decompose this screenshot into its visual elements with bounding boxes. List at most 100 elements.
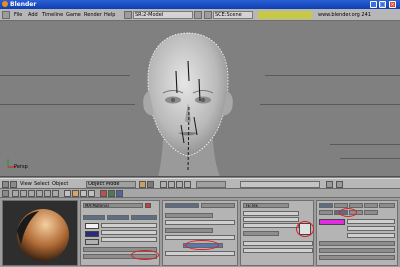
slider-nor[interactable] xyxy=(319,248,395,253)
3d-viewport[interactable]: Persp xyxy=(0,21,400,177)
pivot-icon[interactable] xyxy=(147,181,154,188)
screen-field[interactable]: SR:2-Model xyxy=(133,11,193,19)
slider-ofs[interactable] xyxy=(243,241,313,246)
texture-panel: TE:Tex xyxy=(240,200,314,266)
slider-var[interactable] xyxy=(319,255,395,260)
rotate-icon[interactable] xyxy=(176,181,183,188)
collapse-menu-icon[interactable] xyxy=(10,181,17,188)
material-panel: MA:Material xyxy=(80,200,160,266)
layer-buttons[interactable] xyxy=(240,181,320,188)
highlight-circle xyxy=(296,221,314,237)
texture-slot-1[interactable] xyxy=(243,211,299,216)
color-swatch-blue[interactable] xyxy=(85,231,99,237)
world-tab-icon[interactable] xyxy=(88,190,95,197)
panel-object-icon[interactable] xyxy=(36,190,43,197)
menu-file[interactable]: File xyxy=(14,12,22,18)
mirror-tab[interactable] xyxy=(201,203,235,208)
map-to-panel xyxy=(316,200,398,266)
frame-icon[interactable] xyxy=(116,190,123,197)
render-preview-icon[interactable] xyxy=(336,181,343,188)
window-title: Blender xyxy=(10,1,37,8)
editor-type-icon[interactable] xyxy=(2,181,9,188)
menu-game[interactable]: Game xyxy=(66,12,81,18)
panel-logic-icon[interactable] xyxy=(12,190,19,197)
close-button[interactable]: × xyxy=(389,1,396,8)
minimize-button[interactable]: _ xyxy=(370,1,377,8)
material-name-field[interactable]: MA:Material xyxy=(83,203,143,208)
menu-timeline[interactable]: Timeline xyxy=(42,12,63,18)
slider-size[interactable] xyxy=(243,248,313,253)
highlight-circle xyxy=(185,240,219,250)
panel-scene-icon[interactable] xyxy=(52,190,59,197)
lock-icon[interactable] xyxy=(326,181,333,188)
record-icon[interactable] xyxy=(100,190,107,197)
title-bar: Blender _ □ × xyxy=(0,0,400,9)
version-text: www.blender.org 241 xyxy=(318,12,371,18)
diffuse-shader-select[interactable] xyxy=(165,213,213,218)
head-model[interactable] xyxy=(0,21,400,177)
slider-g[interactable] xyxy=(101,230,157,235)
color-swatch-white[interactable] xyxy=(85,223,99,229)
translate-icon[interactable] xyxy=(168,181,175,188)
slider-map-g[interactable] xyxy=(347,226,395,231)
texture-slot-2[interactable] xyxy=(243,217,299,222)
map-csp-tab[interactable] xyxy=(349,203,363,208)
scale-icon[interactable] xyxy=(184,181,191,188)
map-input-select[interactable] xyxy=(243,231,279,236)
slider-col[interactable] xyxy=(319,241,395,246)
slider-translucency[interactable] xyxy=(165,251,235,256)
lamp-tab-icon[interactable] xyxy=(64,190,71,197)
panel-script-icon[interactable] xyxy=(20,190,27,197)
texture-slot-3[interactable] xyxy=(243,223,299,228)
highlight-circle xyxy=(339,208,357,217)
map-emit-tab[interactable] xyxy=(364,210,378,215)
remove-material-icon[interactable] xyxy=(145,203,151,208)
3d-view-header: View Select Object Object Mode xyxy=(0,178,400,189)
panel-shading-icon[interactable] xyxy=(28,190,35,197)
scene-browse-icon[interactable] xyxy=(204,11,212,19)
mode-select[interactable]: Object Mode xyxy=(86,181,136,188)
slider-ref-diffuse[interactable] xyxy=(165,220,235,225)
slider-r[interactable] xyxy=(101,223,157,228)
highlight-circle xyxy=(131,250,159,260)
map-cmir-tab[interactable] xyxy=(364,203,378,208)
menu-add[interactable]: Add xyxy=(28,12,38,18)
menu-select[interactable]: Select xyxy=(34,181,49,187)
menu-help[interactable]: Help xyxy=(104,12,115,18)
window-type-icon[interactable] xyxy=(2,11,10,19)
menu-object[interactable]: Object xyxy=(52,181,68,187)
map-col-tab[interactable] xyxy=(319,203,333,208)
map-ref-tab[interactable] xyxy=(379,203,395,208)
screen-delete-icon[interactable] xyxy=(194,11,202,19)
transform-orientation-select[interactable] xyxy=(196,181,226,188)
texture-name-field[interactable]: TE:Tex xyxy=(243,203,289,208)
buttons-editor-icon[interactable] xyxy=(2,190,9,197)
screen-browse-icon[interactable] xyxy=(124,11,132,19)
texture-tab-icon[interactable] xyxy=(80,190,87,197)
shaders-panel xyxy=(162,200,238,266)
menu-view[interactable]: View xyxy=(20,181,32,187)
map-spec-tab[interactable] xyxy=(319,210,333,215)
play-icon[interactable] xyxy=(108,190,115,197)
material-tab-icon[interactable] xyxy=(72,190,79,197)
slider-b[interactable] xyxy=(101,237,157,242)
manipulator-icon[interactable] xyxy=(160,181,167,188)
maximize-button[interactable]: □ xyxy=(379,1,386,8)
panel-editing-icon[interactable] xyxy=(44,190,51,197)
shader-tab[interactable] xyxy=(165,203,199,208)
blend-color-swatch[interactable] xyxy=(319,219,345,225)
preview-panel xyxy=(2,200,78,266)
scene-stats-bar xyxy=(258,11,312,19)
draw-type-icon[interactable] xyxy=(139,181,146,188)
color-swatch-grey[interactable] xyxy=(85,239,99,245)
menu-render[interactable]: Render xyxy=(84,12,102,18)
scene-field[interactable]: SCE:Scene xyxy=(213,11,253,19)
slider-map-b[interactable] xyxy=(347,233,395,238)
material-tab-b[interactable] xyxy=(107,215,129,220)
material-tab-c[interactable] xyxy=(131,215,157,220)
buttons-window: MA:Material TE:Tex xyxy=(0,198,400,267)
material-preview-sphere xyxy=(3,201,77,265)
specular-shader-select[interactable] xyxy=(165,228,213,233)
slider-map-r[interactable] xyxy=(347,219,395,224)
material-tab-a[interactable] xyxy=(83,215,105,220)
